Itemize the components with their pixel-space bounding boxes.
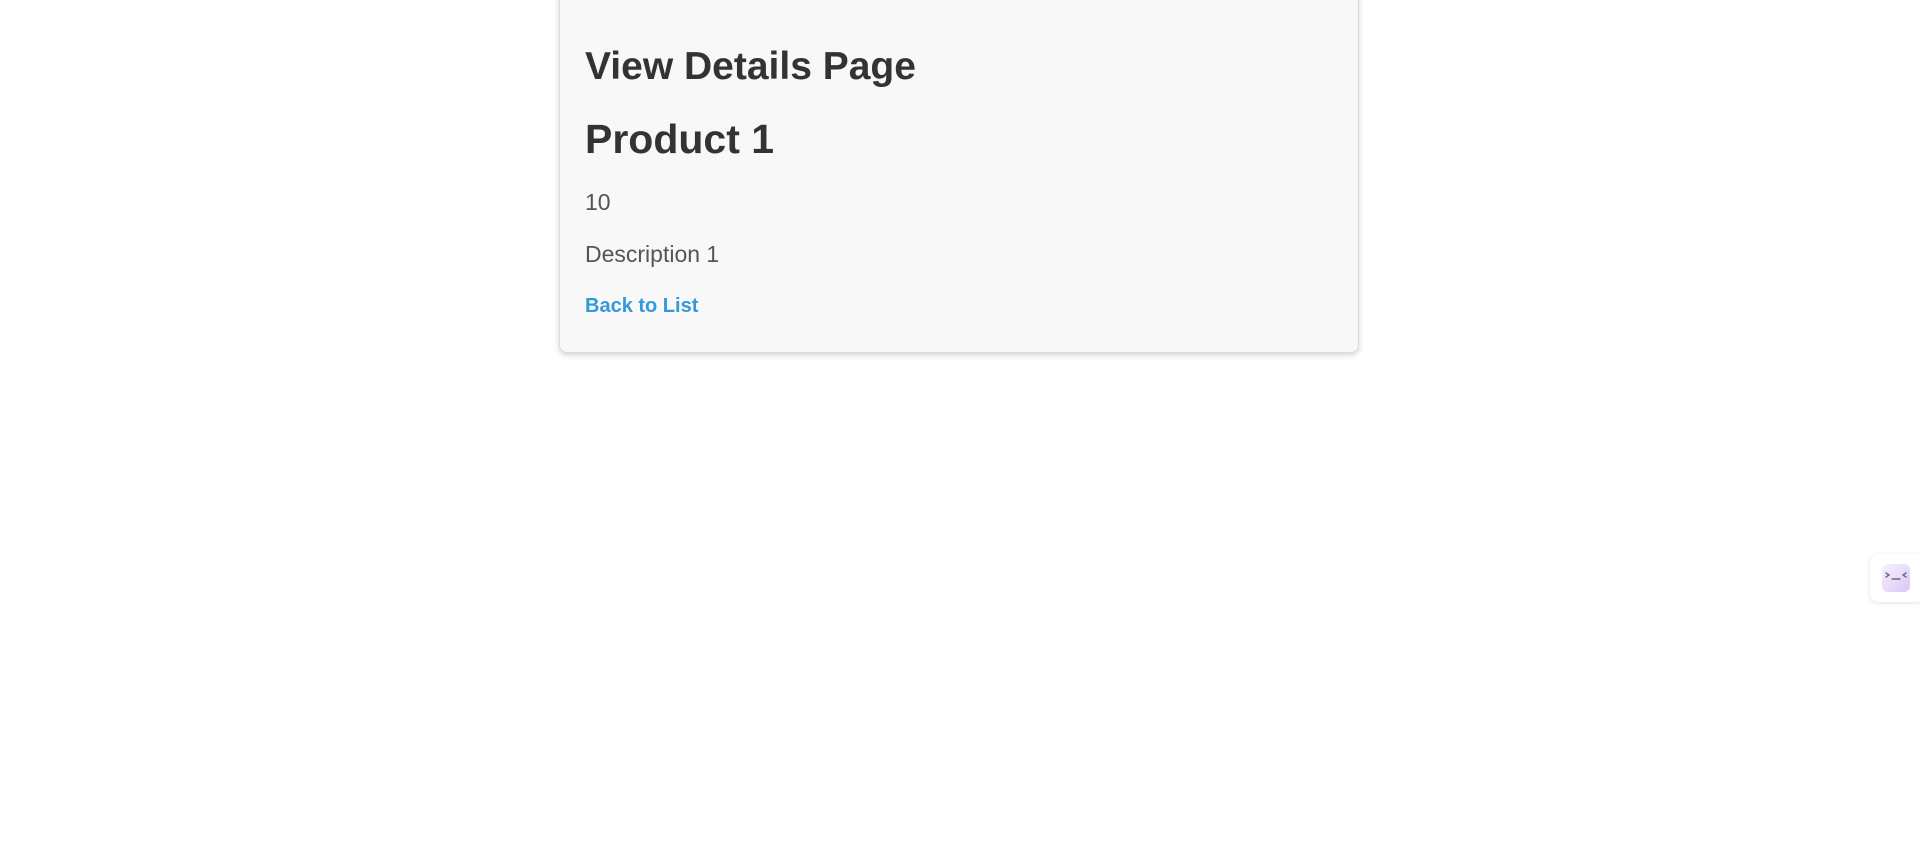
assistant-face-icon[interactable] xyxy=(1882,564,1910,592)
assistant-face-glyph xyxy=(1885,572,1907,580)
page-title: View Details Page xyxy=(585,45,916,88)
side-assistant-widget[interactable] xyxy=(1870,554,1920,602)
back-to-list-link[interactable]: Back to List xyxy=(585,296,698,316)
details-card: View Details Page Product 1 10 Descripti… xyxy=(559,0,1359,353)
product-name: Product 1 xyxy=(585,116,775,162)
product-price: 10 xyxy=(585,189,611,215)
product-description: Description 1 xyxy=(585,241,720,267)
